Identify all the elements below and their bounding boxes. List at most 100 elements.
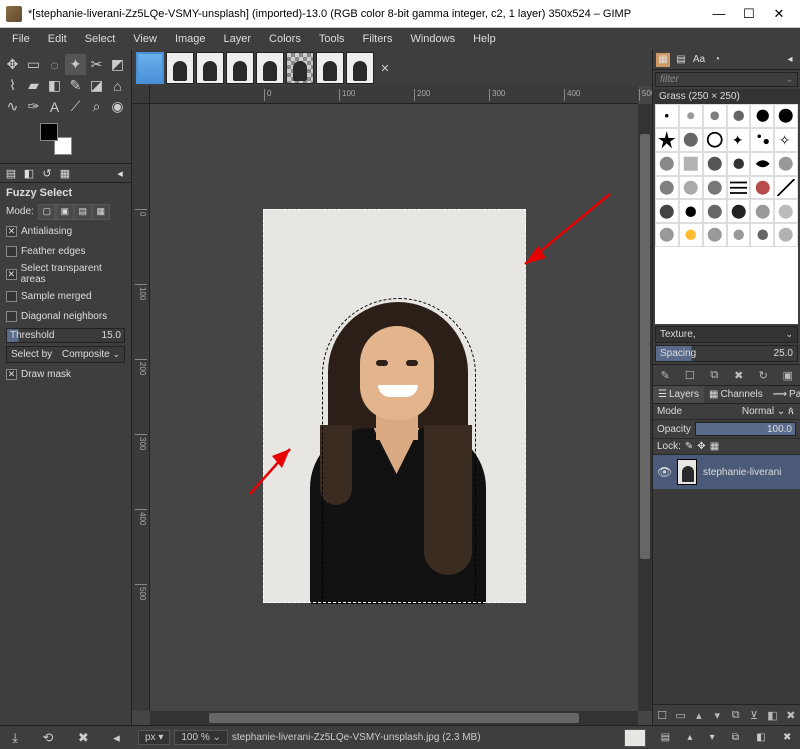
antialiasing-checkbox[interactable] — [6, 226, 17, 237]
mode-add-icon[interactable]: ▣ — [56, 204, 74, 220]
device-status-tab-icon[interactable]: ◧ — [21, 165, 37, 181]
opacity-slider[interactable]: 100.0 — [695, 422, 796, 436]
brush-item[interactable] — [727, 152, 751, 176]
brush-item[interactable] — [655, 223, 679, 247]
path-tool-icon[interactable]: ✑ — [23, 96, 44, 117]
layer-name[interactable]: stephanie-liverani — [703, 467, 781, 478]
save-options-icon[interactable]: ⤓ — [12, 730, 18, 746]
brush-item[interactable] — [679, 176, 703, 200]
tab-paths[interactable]: ⟿Paths — [768, 386, 800, 403]
brush-grid[interactable]: ✦ ✧ — [655, 104, 798, 324]
new-brush-icon[interactable]: ☐ — [682, 367, 698, 383]
brush-item[interactable] — [727, 104, 751, 128]
brush-spacing-slider[interactable]: Spacing 25.0 — [655, 345, 798, 362]
patterns-tab-icon[interactable]: ▤ — [674, 53, 688, 67]
layer-action3-icon[interactable]: ▾ — [710, 732, 715, 743]
free-select-tool-icon[interactable]: ◌ — [44, 54, 65, 75]
mode-dropdown[interactable]: Normal ⌄ ጰ — [686, 406, 796, 417]
brush-item[interactable] — [703, 199, 727, 223]
brush-item[interactable] — [655, 152, 679, 176]
minimize-button[interactable]: — — [704, 3, 734, 25]
menu-view[interactable]: View — [125, 31, 165, 47]
duplicate-brush-icon[interactable]: ⧉ — [706, 367, 722, 383]
ruler-vertical[interactable]: 0 100 200 300 400 500 — [132, 104, 150, 711]
zoom-tool-icon[interactable]: ⌕ — [86, 96, 107, 117]
lock-position-icon[interactable]: ✥ — [697, 441, 705, 452]
restore-options-icon[interactable]: ⟲ — [42, 730, 53, 746]
unit-selector[interactable]: px ▾ — [138, 730, 170, 745]
image-tab-2[interactable] — [166, 52, 194, 84]
image-tab-close-icon[interactable]: ✕ — [376, 52, 394, 84]
warp-tool-icon[interactable]: ⌇ — [2, 75, 23, 96]
mode-replace-icon[interactable]: ▢ — [38, 204, 56, 220]
merge-layer-icon[interactable]: ⊻ — [746, 707, 762, 723]
tool-options-tab-icon[interactable]: ▤ — [3, 165, 19, 181]
mode-intersect-icon[interactable]: ▦ — [92, 204, 110, 220]
menu-tools[interactable]: Tools — [311, 31, 353, 47]
layer-action5-icon[interactable]: ◧ — [756, 732, 765, 743]
brush-item[interactable] — [679, 128, 703, 152]
tab-channels[interactable]: ▦Channels — [704, 386, 768, 403]
brush-name-row[interactable]: Texture, ⌄ — [655, 326, 798, 343]
brush-filter-input[interactable]: filter ⌄ — [655, 72, 798, 87]
brush-item[interactable] — [727, 223, 751, 247]
smudge-tool-icon[interactable]: ∿ — [2, 96, 23, 117]
brush-item[interactable] — [679, 223, 703, 247]
image-tab-4[interactable] — [226, 52, 254, 84]
brush-item[interactable] — [679, 199, 703, 223]
maximize-button[interactable]: ☐ — [734, 3, 764, 25]
delete-brush-icon[interactable]: ✖ — [731, 367, 747, 383]
clone-tool-icon[interactable]: ⌂ — [107, 75, 128, 96]
brush-item[interactable] — [750, 152, 774, 176]
duplicate-layer-icon[interactable]: ⧉ — [728, 707, 744, 723]
gradient-tool-icon[interactable]: ◧ — [44, 75, 65, 96]
feather-checkbox[interactable] — [6, 246, 17, 257]
menu-filters[interactable]: Filters — [355, 31, 401, 47]
brush-item[interactable] — [703, 176, 727, 200]
brush-item[interactable] — [655, 128, 679, 152]
history-tab-icon[interactable]: ↺ — [39, 165, 55, 181]
eraser-tool-icon[interactable]: ◪ — [86, 75, 107, 96]
layer-row[interactable]: 👁 stephanie-liverani — [653, 455, 800, 489]
move-tool-icon[interactable]: ✥ — [2, 54, 23, 75]
brush-item[interactable] — [774, 152, 798, 176]
layer-action4-icon[interactable]: ⧉ — [732, 732, 739, 743]
fg-color-swatch[interactable] — [40, 123, 58, 141]
tab-layers[interactable]: ☰Layers — [653, 386, 704, 403]
refresh-brush-icon[interactable]: ↻ — [755, 367, 771, 383]
brush-item[interactable] — [750, 199, 774, 223]
open-as-image-icon[interactable]: ▣ — [780, 367, 796, 383]
menu-help[interactable]: Help — [465, 31, 504, 47]
menu-select[interactable]: Select — [77, 31, 124, 47]
brush-item[interactable] — [750, 128, 774, 152]
reset-options-icon[interactable]: ◂ — [113, 730, 120, 746]
image-tab-3[interactable] — [196, 52, 224, 84]
canvas-image[interactable] — [263, 209, 526, 603]
brush-item[interactable] — [750, 176, 774, 200]
brush-item[interactable] — [655, 199, 679, 223]
menu-windows[interactable]: Windows — [402, 31, 463, 47]
menu-edit[interactable]: Edit — [40, 31, 75, 47]
select-by-dropdown[interactable]: Select by Composite ⌄ — [6, 346, 125, 363]
menu-image[interactable]: Image — [167, 31, 214, 47]
ruler-corner[interactable] — [132, 86, 150, 104]
brush-item[interactable] — [774, 199, 798, 223]
brush-item[interactable] — [774, 104, 798, 128]
canvas-viewport[interactable] — [150, 104, 638, 711]
history-tab-icon[interactable]: ◔ — [710, 53, 724, 67]
image-tab-8[interactable] — [346, 52, 374, 84]
sample-merged-checkbox[interactable] — [6, 291, 17, 302]
measure-tool-icon[interactable]: ⟋ — [65, 96, 86, 117]
edit-brush-icon[interactable]: ✎ — [657, 367, 673, 383]
fonts-tab-icon[interactable]: Aa — [692, 53, 706, 67]
images-tab-icon[interactable]: ▦ — [57, 165, 73, 181]
transform-tool-icon[interactable]: ◩ — [107, 54, 128, 75]
canvas-scrollbar-horizontal[interactable] — [150, 711, 638, 725]
canvas-scrollbar-vertical[interactable] — [638, 104, 652, 711]
brush-item[interactable] — [679, 104, 703, 128]
brushes-tab-icon[interactable]: ▦ — [656, 53, 670, 67]
brush-item[interactable] — [727, 176, 751, 200]
brush-item[interactable] — [703, 152, 727, 176]
fuzzy-select-tool-icon[interactable]: ✦ — [65, 54, 86, 75]
brush-item[interactable] — [679, 152, 703, 176]
